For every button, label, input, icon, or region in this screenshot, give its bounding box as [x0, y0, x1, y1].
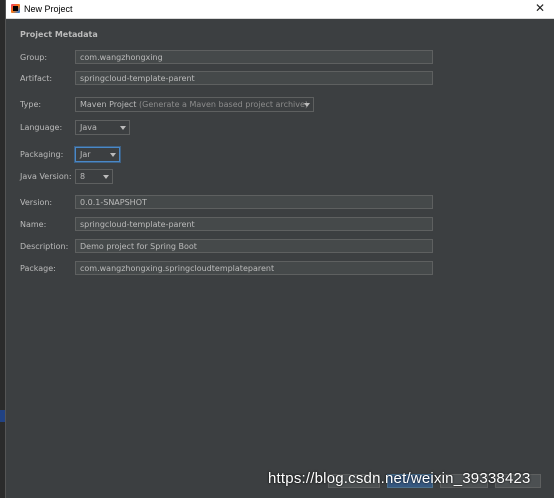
language-select[interactable]: Java [75, 120, 130, 135]
language-label: Language: [20, 123, 63, 132]
package-label: Package: [20, 264, 56, 273]
packaging-value: Jar [80, 150, 91, 159]
description-label: Description: [20, 242, 69, 251]
name-field[interactable]: springcloud-template-parent [75, 217, 433, 231]
title-bar: New Project ✕ [6, 0, 554, 19]
intellij-idea-icon [11, 4, 20, 13]
new-project-dialog: New Project ✕ Project Metadata Group: co… [5, 0, 554, 498]
java-version-label: Java Version: [20, 172, 72, 181]
group-label: Group: [20, 53, 48, 62]
chevron-down-icon [304, 103, 310, 107]
type-select[interactable]: Maven Project (Generate a Maven based pr… [75, 97, 314, 112]
version-label: Version: [20, 198, 53, 207]
description-field[interactable]: Demo project for Spring Boot [75, 239, 433, 253]
version-field[interactable]: 0.0.1-SNAPSHOT [75, 195, 433, 209]
language-value: Java [80, 123, 97, 132]
type-label: Type: [20, 100, 42, 109]
chevron-down-icon [120, 126, 126, 130]
chevron-down-icon [110, 153, 116, 157]
window-title: New Project [24, 4, 73, 14]
artifact-label: Artifact: [20, 74, 53, 83]
java-version-value: 8 [80, 172, 86, 181]
name-label: Name: [20, 220, 47, 229]
artifact-field[interactable]: springcloud-template-parent [75, 71, 433, 85]
java-version-select[interactable]: 8 [75, 169, 113, 184]
packaging-label: Packaging: [20, 150, 64, 159]
section-title: Project Metadata [20, 30, 98, 39]
package-field[interactable]: com.wangzhongxing.springcloudtemplatepar… [75, 261, 433, 275]
close-icon[interactable]: ✕ [533, 1, 547, 16]
packaging-select[interactable]: Jar [75, 147, 120, 162]
chevron-down-icon [103, 175, 109, 179]
type-hint: (Generate a Maven based project archive) [139, 100, 309, 109]
type-value: Maven Project [80, 100, 137, 109]
group-field[interactable]: com.wangzhongxing [75, 50, 433, 64]
watermark-text: https://blog.csdn.net/weixin_39338423 [268, 470, 531, 487]
